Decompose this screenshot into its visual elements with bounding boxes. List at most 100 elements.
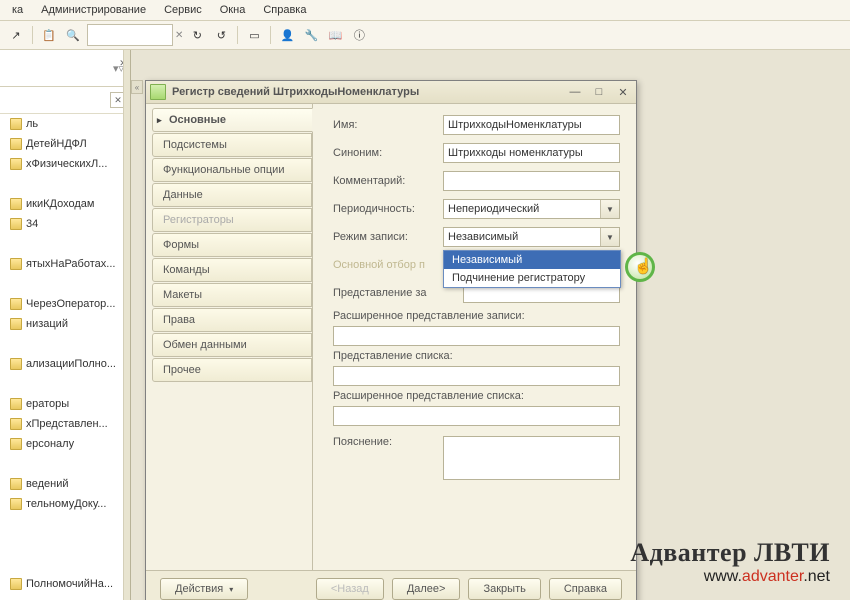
tab-8[interactable]: Права — [152, 308, 312, 332]
toolbar-user-icon[interactable]: 👤 — [277, 25, 297, 45]
record-presentation-label: Представление за — [333, 287, 463, 299]
list-presentation-input[interactable] — [333, 366, 620, 386]
writemode-label: Режим записи: — [333, 231, 443, 243]
dialog-tabs: ОсновныеПодсистемыФункциональные опцииДа… — [146, 104, 313, 570]
toolbar-search-clear-icon[interactable]: ✕ — [175, 30, 183, 41]
dropdown-item-subordinate[interactable]: Подчинение регистратору — [444, 269, 620, 287]
writemode-combo[interactable] — [443, 227, 620, 247]
toolbar-sep — [270, 26, 271, 44]
toolbar-copy-icon[interactable]: 📋 — [39, 25, 59, 45]
writemode-dropdown-icon[interactable]: ▼ — [600, 228, 619, 246]
list-item[interactable]: ль — [0, 114, 130, 134]
dropdown-item-independent[interactable]: Независимый — [444, 251, 620, 269]
list-item[interactable] — [0, 554, 130, 574]
folder-icon — [10, 158, 22, 170]
close-form-button[interactable]: Закрыть — [468, 578, 540, 600]
tab-2[interactable]: Функциональные опции — [152, 158, 312, 182]
menu-item-windows[interactable]: Окна — [212, 2, 254, 18]
folder-icon — [10, 398, 22, 410]
list-item[interactable]: ПолномочийНа... — [0, 574, 130, 594]
name-input[interactable] — [443, 115, 620, 135]
next-button[interactable]: Далее> — [392, 578, 461, 600]
back-button[interactable]: <Назад — [316, 578, 384, 600]
list-item[interactable] — [0, 534, 130, 554]
list-item[interactable]: ДетейНДФЛ — [0, 134, 130, 154]
list-item[interactable]: тельномуДоку... — [0, 494, 130, 514]
dialog-titlebar[interactable]: Регистр сведений ШтрихкодыНоменклатуры —… — [146, 81, 636, 104]
close-button[interactable]: ✕ — [614, 84, 632, 100]
toolbar-refresh2-icon[interactable]: ↺ — [211, 25, 231, 45]
list-item[interactable]: ятыхНаРаботах... — [0, 254, 130, 274]
folder-icon — [10, 438, 22, 450]
tab-7[interactable]: Макеты — [152, 283, 312, 307]
toolbar-search-icon[interactable]: 🔍 — [63, 25, 83, 45]
dialog-form: Имя: Синоним: Комментарий: Периодичность… — [313, 104, 636, 570]
list-item[interactable] — [0, 174, 130, 194]
explanation-textarea[interactable] — [443, 436, 620, 480]
list-item[interactable]: низаций — [0, 314, 130, 334]
tab-1[interactable]: Подсистемы — [152, 133, 312, 157]
list-item[interactable] — [0, 514, 130, 534]
toolbar-nav-icon[interactable]: ↗ — [6, 25, 26, 45]
left-tree-panel: ✕ ▾▿ ✕ льДетейНДФЛхФизическихЛ... икиКДо… — [0, 50, 131, 600]
list-item[interactable]: ерсоналу — [0, 434, 130, 454]
folder-icon — [10, 138, 22, 150]
menu-item-service[interactable]: Сервис — [156, 2, 210, 18]
actions-button[interactable]: Действия — [160, 578, 248, 600]
list-item[interactable] — [0, 334, 130, 354]
tab-0[interactable]: Основные — [152, 108, 313, 132]
list-item[interactable]: хПредставлен... — [0, 414, 130, 434]
tab-9[interactable]: Обмен данными — [152, 333, 312, 357]
explanation-label: Пояснение: — [333, 436, 443, 448]
ext-list-input[interactable] — [333, 406, 620, 426]
folder-icon — [10, 258, 22, 270]
name-label: Имя: — [333, 119, 443, 131]
synonym-input[interactable] — [443, 143, 620, 163]
tab-3[interactable]: Данные — [152, 183, 312, 207]
comment-input[interactable] — [443, 171, 620, 191]
watermark: Адвантер ЛВТИ www.advanter.net — [630, 538, 830, 586]
maximize-button[interactable]: □ — [590, 84, 608, 100]
toolbar-tool-icon[interactable]: 🔧 — [301, 25, 321, 45]
folder-icon — [10, 478, 22, 490]
list-item[interactable] — [0, 454, 130, 474]
dialog-footer: Действия <Назад Далее> Закрыть Справка — [146, 570, 636, 600]
list-item[interactable]: хФизическихЛ... — [0, 154, 130, 174]
list-item[interactable]: ведений — [0, 474, 130, 494]
folder-icon — [10, 218, 22, 230]
menu-item-admin[interactable]: Администрирование — [33, 2, 154, 18]
workspace: ✕ ▾▿ ✕ льДетейНДФЛхФизическихЛ... икиКДо… — [0, 50, 850, 600]
minimize-button[interactable]: — — [566, 84, 584, 100]
menu-item-help[interactable]: Справка — [255, 2, 314, 18]
list-item[interactable] — [0, 234, 130, 254]
panel-collapse-icon[interactable]: « — [131, 80, 143, 94]
tab-4[interactable]: Регистраторы — [152, 208, 312, 232]
comment-label: Комментарий: — [333, 175, 443, 187]
help-button[interactable]: Справка — [549, 578, 622, 600]
watermark-url: www.advanter.net — [630, 568, 830, 586]
mainfilter-label: Основной отбор п — [333, 259, 443, 271]
toolbar-refresh-icon[interactable]: ↻ — [187, 25, 207, 45]
toolbar-window-icon[interactable]: ▭ — [244, 25, 264, 45]
ext-record-input[interactable] — [333, 326, 620, 346]
list-item[interactable]: 34 — [0, 214, 130, 234]
list-item[interactable]: ЧерезОператор... — [0, 294, 130, 314]
tab-5[interactable]: Формы — [152, 233, 312, 257]
list-item[interactable]: ераторы — [0, 394, 130, 414]
list-item[interactable] — [0, 374, 130, 394]
list-item[interactable] — [0, 274, 130, 294]
toolbar-book-icon[interactable]: 📖 — [325, 25, 345, 45]
toolbar-info-icon[interactable]: ⓘ — [349, 25, 369, 45]
list-item[interactable]: ализацииПолно... — [0, 354, 130, 374]
list-item[interactable]: икиКДоходам — [0, 194, 130, 214]
panel-resize-handle[interactable] — [123, 50, 130, 600]
periodicity-combo[interactable] — [443, 199, 620, 219]
menu-item-0[interactable]: ка — [4, 2, 31, 18]
toolbar-search-input[interactable] — [87, 24, 173, 46]
toolbar-sep — [237, 26, 238, 44]
tab-6[interactable]: Команды — [152, 258, 312, 282]
periodicity-dropdown-icon[interactable]: ▼ — [600, 200, 619, 218]
watermark-title: Адвантер ЛВТИ — [630, 538, 830, 568]
tree-list[interactable]: льДетейНДФЛхФизическихЛ... икиКДоходам34… — [0, 114, 130, 594]
tab-10[interactable]: Прочее — [152, 358, 312, 382]
